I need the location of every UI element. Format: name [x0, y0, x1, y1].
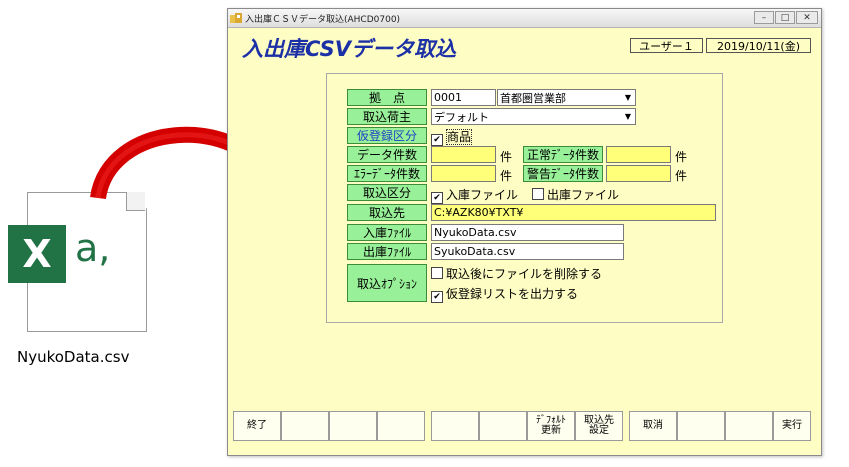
provisional-product-checkbox[interactable]: ✔ 商品 [431, 128, 473, 146]
outbound-file-checkbox[interactable]: 出庫ファイル [532, 186, 619, 203]
import-type-label: 取込区分 [347, 184, 427, 201]
function-key-bar: 終了 ﾃﾞﾌｫﾙﾄ 更新 取込先 設定 取消 実行 [233, 411, 811, 441]
normal-count-label: 正常ﾃﾞｰﾀ件数 [523, 146, 603, 163]
data-count-label: データ件数 [347, 146, 427, 163]
import-dest-field[interactable]: C:¥AZK80¥TXT¥ [431, 204, 716, 221]
function-button-5[interactable] [431, 411, 479, 441]
function-button-10[interactable] [677, 411, 725, 441]
date-indicator: 2019/10/11(金) [706, 38, 811, 53]
warning-count-field [606, 165, 671, 182]
cancel-button[interactable]: 取消 [629, 411, 677, 441]
normal-count-field [606, 146, 671, 163]
form-panel: 拠 点 0001 首都圏営業部 ▼ 取込荷主 デフォルト ▼ 仮登録区分 ✔ 商品… [326, 73, 723, 323]
error-count-label: ｴﾗｰﾃﾞｰﾀ件数 [347, 165, 427, 182]
dest-setting-button[interactable]: 取込先 設定 [575, 411, 623, 441]
error-count-field [431, 165, 496, 182]
shipper-select[interactable]: デフォルト ▼ [431, 108, 636, 125]
import-dest-label: 取込先 [347, 204, 427, 221]
minimize-button[interactable]: – [754, 11, 774, 24]
file-name-label: NyukoData.csv [17, 348, 130, 366]
checkbox-checked-icon[interactable]: ✔ [431, 291, 443, 303]
error-count-unit: 件 [500, 169, 513, 183]
shipper-label: 取込荷主 [347, 108, 427, 125]
output-provisional-list-checkbox[interactable]: ✔ 仮登録リストを出力する [431, 285, 578, 303]
user-indicator: ユーザー１ [630, 38, 703, 53]
normal-count-unit: 件 [675, 150, 688, 164]
base-name-select[interactable]: 首都圏営業部 ▼ [497, 89, 636, 106]
base-code-field[interactable]: 0001 [431, 89, 496, 106]
chevron-down-icon[interactable]: ▼ [622, 110, 634, 123]
delete-after-import-checkbox[interactable]: 取込後にファイルを削除する [431, 265, 602, 282]
outbound-file-field[interactable]: SyukoData.csv [431, 243, 624, 260]
default-update-button[interactable]: ﾃﾞﾌｫﾙﾄ 更新 [527, 411, 575, 441]
base-label: 拠 点 [347, 89, 427, 106]
function-button-6[interactable] [479, 411, 527, 441]
checkbox-checked-icon[interactable]: ✔ [431, 134, 443, 146]
page-title: 入出庫CSVデータ取込 [242, 37, 457, 61]
checkbox-unchecked-icon[interactable] [431, 267, 443, 279]
import-options-label: 取込ｵﾌﾟｼｮﾝ [347, 264, 427, 302]
warning-count-unit: 件 [675, 169, 688, 183]
function-button-4[interactable] [377, 411, 425, 441]
data-count-unit: 件 [500, 150, 513, 164]
app-window: 入出庫ＣＳＶデータ取込(AHCD0700) – □ ✕ 入出庫CSVデータ取込 … [227, 8, 822, 456]
provisional-label: 仮登録区分 [347, 127, 427, 144]
checkbox-checked-icon[interactable]: ✔ [431, 192, 443, 204]
close-button[interactable]: ✕ [796, 11, 818, 24]
maximize-button[interactable]: □ [775, 11, 795, 24]
title-bar[interactable]: 入出庫ＣＳＶデータ取込(AHCD0700) – □ ✕ [228, 9, 821, 28]
function-button-3[interactable] [329, 411, 377, 441]
function-button-2[interactable] [281, 411, 329, 441]
end-button[interactable]: 終了 [233, 411, 281, 441]
inbound-file-checkbox[interactable]: ✔ 入庫ファイル [431, 186, 518, 204]
window-title: 入出庫ＣＳＶデータ取込(AHCD0700) [245, 15, 401, 25]
chevron-down-icon[interactable]: ▼ [622, 91, 634, 104]
inbound-file-label: 入庫ﾌｧｲﾙ [347, 224, 427, 241]
checkbox-unchecked-icon[interactable] [532, 188, 544, 200]
inbound-file-field[interactable]: NyukoData.csv [431, 224, 624, 241]
excel-x-icon: X [8, 225, 66, 283]
app-icon [230, 13, 242, 23]
warning-count-label: 警告ﾃﾞｰﾀ件数 [523, 165, 603, 182]
data-count-field [431, 146, 496, 163]
outbound-file-label: 出庫ﾌｧｲﾙ [347, 243, 427, 260]
function-button-11[interactable] [725, 411, 773, 441]
execute-button[interactable]: 実行 [773, 411, 811, 441]
